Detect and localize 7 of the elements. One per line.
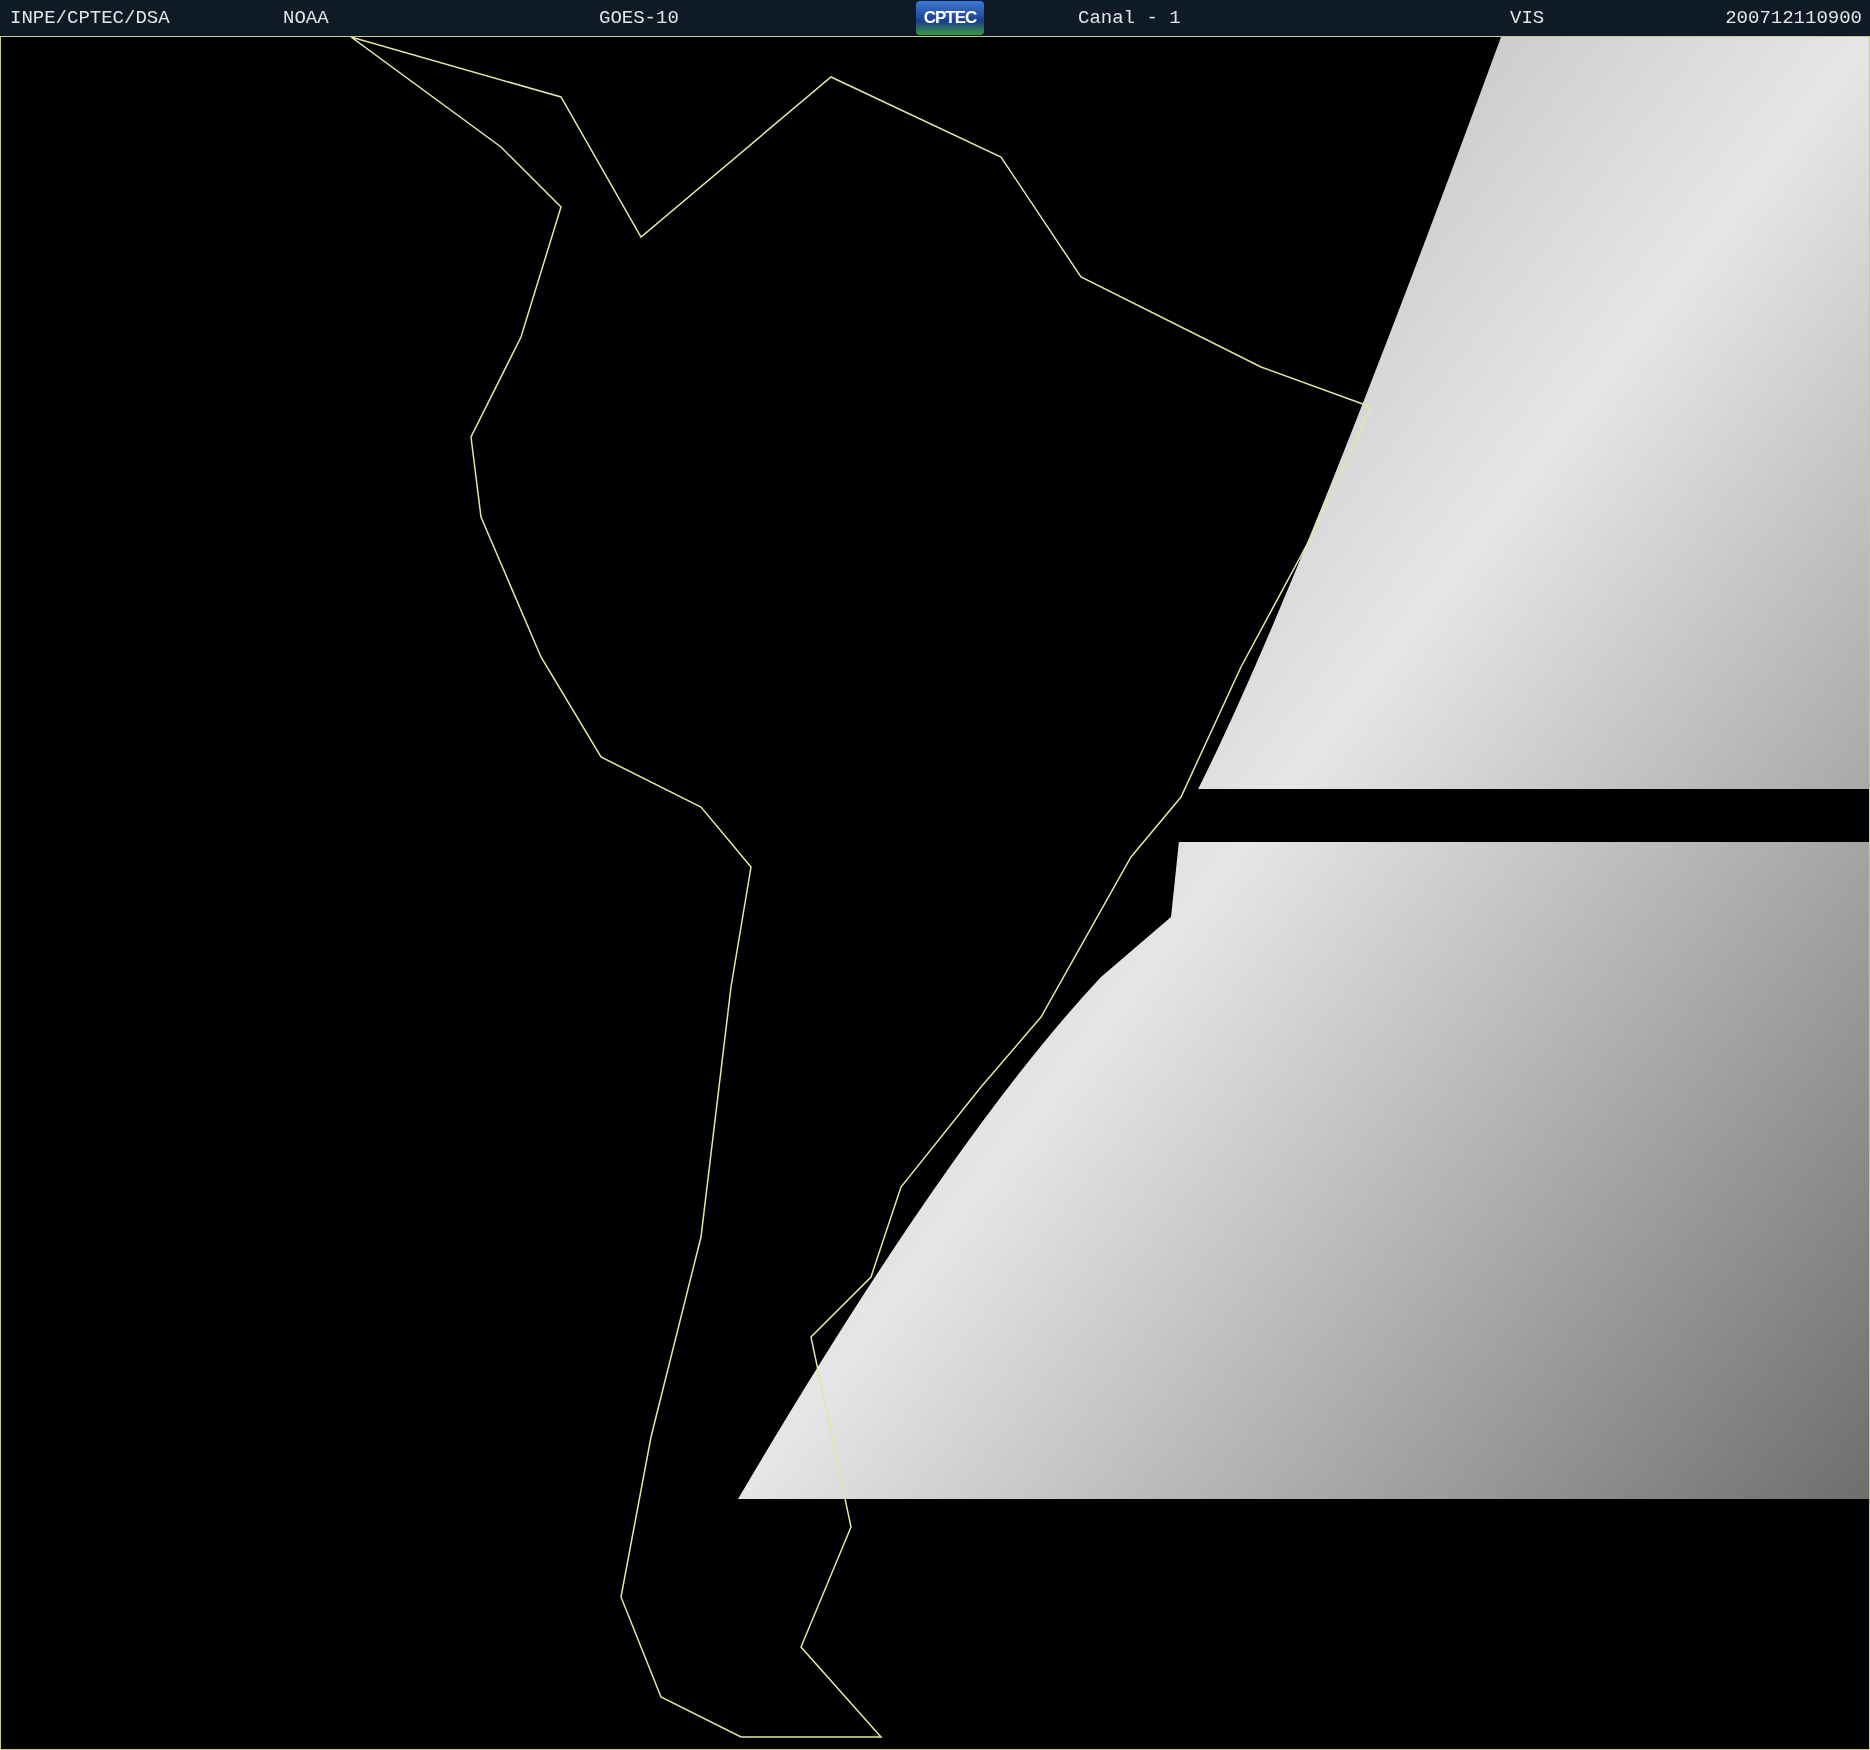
header-label: GOES-10 bbox=[599, 5, 680, 31]
header-label: Canal - 1 bbox=[1078, 5, 1182, 31]
logo: CPTEC bbox=[916, 1, 984, 35]
header-label: 200712110900 bbox=[1725, 5, 1862, 31]
header-label: INPE/CPTEC/DSA bbox=[10, 5, 171, 31]
header-label: VIS bbox=[1510, 5, 1546, 31]
header-label: NOAA bbox=[283, 5, 330, 31]
